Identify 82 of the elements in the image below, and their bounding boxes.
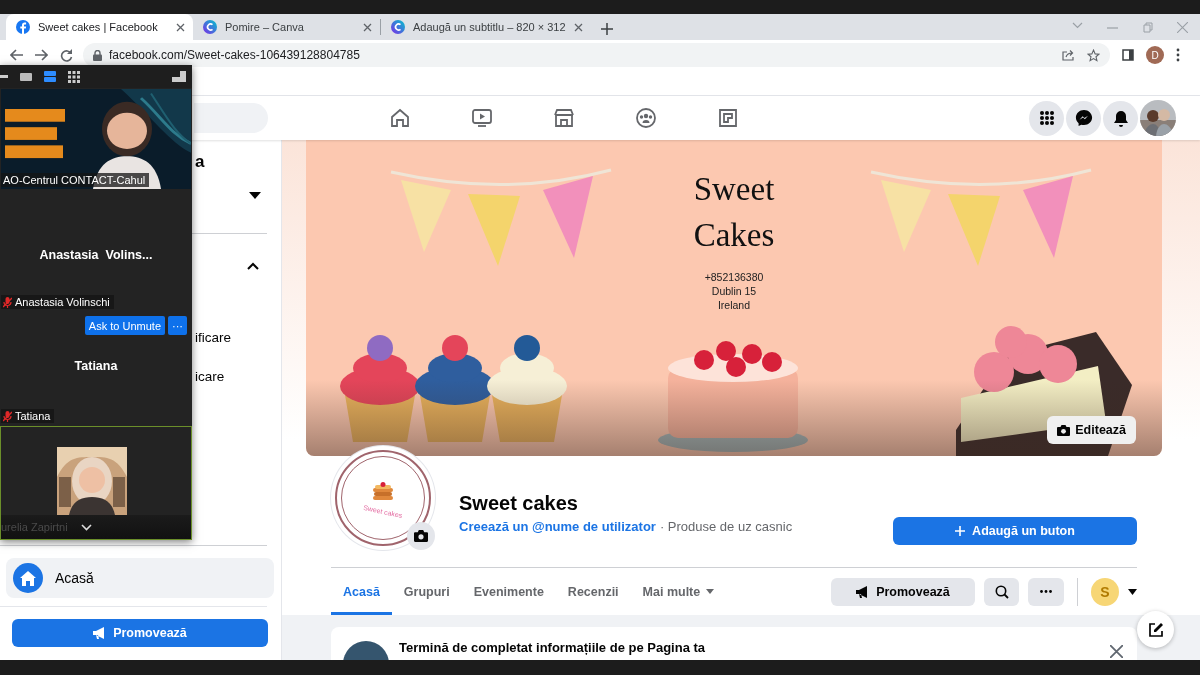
groups-icon[interactable] bbox=[634, 106, 658, 130]
camera-icon bbox=[1057, 424, 1071, 436]
side-panel-icon[interactable] bbox=[1122, 49, 1134, 61]
close-icon[interactable] bbox=[573, 22, 583, 32]
close-icon[interactable] bbox=[1110, 645, 1123, 658]
messenger-button[interactable] bbox=[1066, 100, 1101, 136]
search-icon bbox=[994, 584, 1009, 599]
promote-button[interactable]: Promovează bbox=[831, 577, 975, 606]
cover-detail: Dublin 15 bbox=[711, 284, 757, 298]
browser-tab[interactable]: Adaugă un subtitlu – 820 × 312 bbox=[381, 14, 591, 40]
camera-icon bbox=[414, 530, 428, 542]
lock-icon bbox=[93, 49, 102, 61]
cover-title: Sweet Cakes bbox=[692, 170, 776, 255]
sidebar-item[interactable]: Acasă bbox=[6, 558, 274, 598]
participant-title: Anastasia Volins... bbox=[38, 248, 154, 262]
single-view-icon[interactable] bbox=[20, 72, 32, 81]
participant-name: Anastasia Volinschi bbox=[15, 296, 110, 308]
cover-detail: +852136380 bbox=[704, 270, 764, 284]
close-icon[interactable] bbox=[363, 22, 372, 32]
page-tab[interactable]: Mai multe bbox=[630, 568, 727, 615]
logo-icon bbox=[203, 20, 217, 34]
cover-detail: Ireland bbox=[717, 298, 751, 312]
video-icon[interactable] bbox=[470, 106, 494, 130]
username-link[interactable]: Creează un @nume de utilizator bbox=[459, 519, 656, 534]
share-icon[interactable] bbox=[1062, 49, 1075, 61]
sidebar-item[interactable]: ificare bbox=[195, 330, 231, 345]
change-photo-button[interactable] bbox=[407, 522, 435, 550]
logo-icon bbox=[391, 20, 405, 34]
grid-view-icon[interactable] bbox=[68, 70, 80, 83]
back-icon[interactable] bbox=[10, 48, 23, 61]
promote-button[interactable]: Promovează bbox=[12, 619, 268, 647]
participant-name: AO-Centrul CONTACT-Cahul bbox=[3, 174, 146, 186]
address-bar[interactable]: facebook.com/Sweet-cakes-106439128804785 bbox=[83, 43, 1110, 67]
edit-cover-button[interactable]: Editează bbox=[1047, 416, 1136, 444]
menu-icon[interactable] bbox=[1176, 48, 1180, 62]
page-category: · Produse de uz casnic bbox=[659, 519, 793, 534]
search-button[interactable] bbox=[984, 577, 1019, 606]
logo-icon bbox=[16, 20, 30, 34]
store-icon[interactable] bbox=[552, 106, 576, 130]
page-tab[interactable]: Evenimente bbox=[461, 568, 556, 615]
strip-view-icon[interactable] bbox=[44, 71, 56, 82]
plus-icon bbox=[955, 526, 966, 536]
cake-icon bbox=[372, 481, 394, 500]
browser-tab[interactable]: Sweet cakes | Facebook bbox=[6, 14, 193, 40]
close-icon[interactable] bbox=[176, 22, 185, 32]
caret-icon bbox=[706, 589, 715, 594]
gaming-icon[interactable] bbox=[716, 106, 740, 130]
chat-bubble-icon bbox=[1074, 109, 1093, 127]
forward-icon[interactable] bbox=[35, 48, 48, 61]
collapse-icon[interactable] bbox=[247, 262, 259, 270]
dropdown-icon[interactable] bbox=[249, 192, 261, 200]
caret-icon[interactable] bbox=[1128, 588, 1137, 595]
more-icon bbox=[1040, 590, 1052, 593]
home-icon bbox=[20, 570, 36, 586]
home-icon[interactable] bbox=[388, 106, 412, 130]
new-tab-icon[interactable] bbox=[600, 23, 613, 35]
menu-button[interactable] bbox=[1029, 100, 1064, 136]
more-button[interactable]: ··· bbox=[168, 316, 187, 335]
page-tab[interactable]: Recenzii bbox=[555, 568, 631, 615]
profile-avatar[interactable]: D bbox=[1146, 46, 1164, 64]
more-button[interactable] bbox=[1028, 577, 1064, 606]
participant-title: Tatiana bbox=[73, 359, 119, 373]
chevron-down-icon[interactable] bbox=[81, 523, 92, 531]
add-button[interactable]: Adaugă un buton bbox=[893, 517, 1137, 545]
notifications-button[interactable] bbox=[1103, 100, 1138, 136]
sidebar-item[interactable]: icare bbox=[195, 369, 225, 384]
bell-icon bbox=[1112, 109, 1129, 127]
page-tab[interactable]: Acasă bbox=[331, 568, 392, 615]
page-title: a bbox=[195, 152, 205, 172]
grid-icon bbox=[1037, 109, 1056, 127]
notice-title: Termină de completat informațiile de pe Pagina ta bbox=[399, 639, 706, 655]
sidebar-label: Acasă bbox=[55, 570, 94, 586]
page-tab[interactable]: Grupuri bbox=[391, 568, 462, 615]
ask-to-unmute-button[interactable]: Ask to Unmute bbox=[84, 316, 165, 335]
star-icon[interactable] bbox=[1087, 48, 1100, 62]
participant-name: Tatiana bbox=[15, 410, 51, 422]
search-field[interactable] bbox=[194, 103, 268, 133]
url-text: facebook.com/Sweet-cakes-106439128804785 bbox=[109, 48, 361, 62]
page-name: Sweet cakes bbox=[459, 491, 579, 515]
browser-tab[interactable]: Pomire – Canva bbox=[193, 14, 380, 40]
edit-icon bbox=[1147, 621, 1164, 638]
reload-icon[interactable] bbox=[60, 48, 73, 62]
